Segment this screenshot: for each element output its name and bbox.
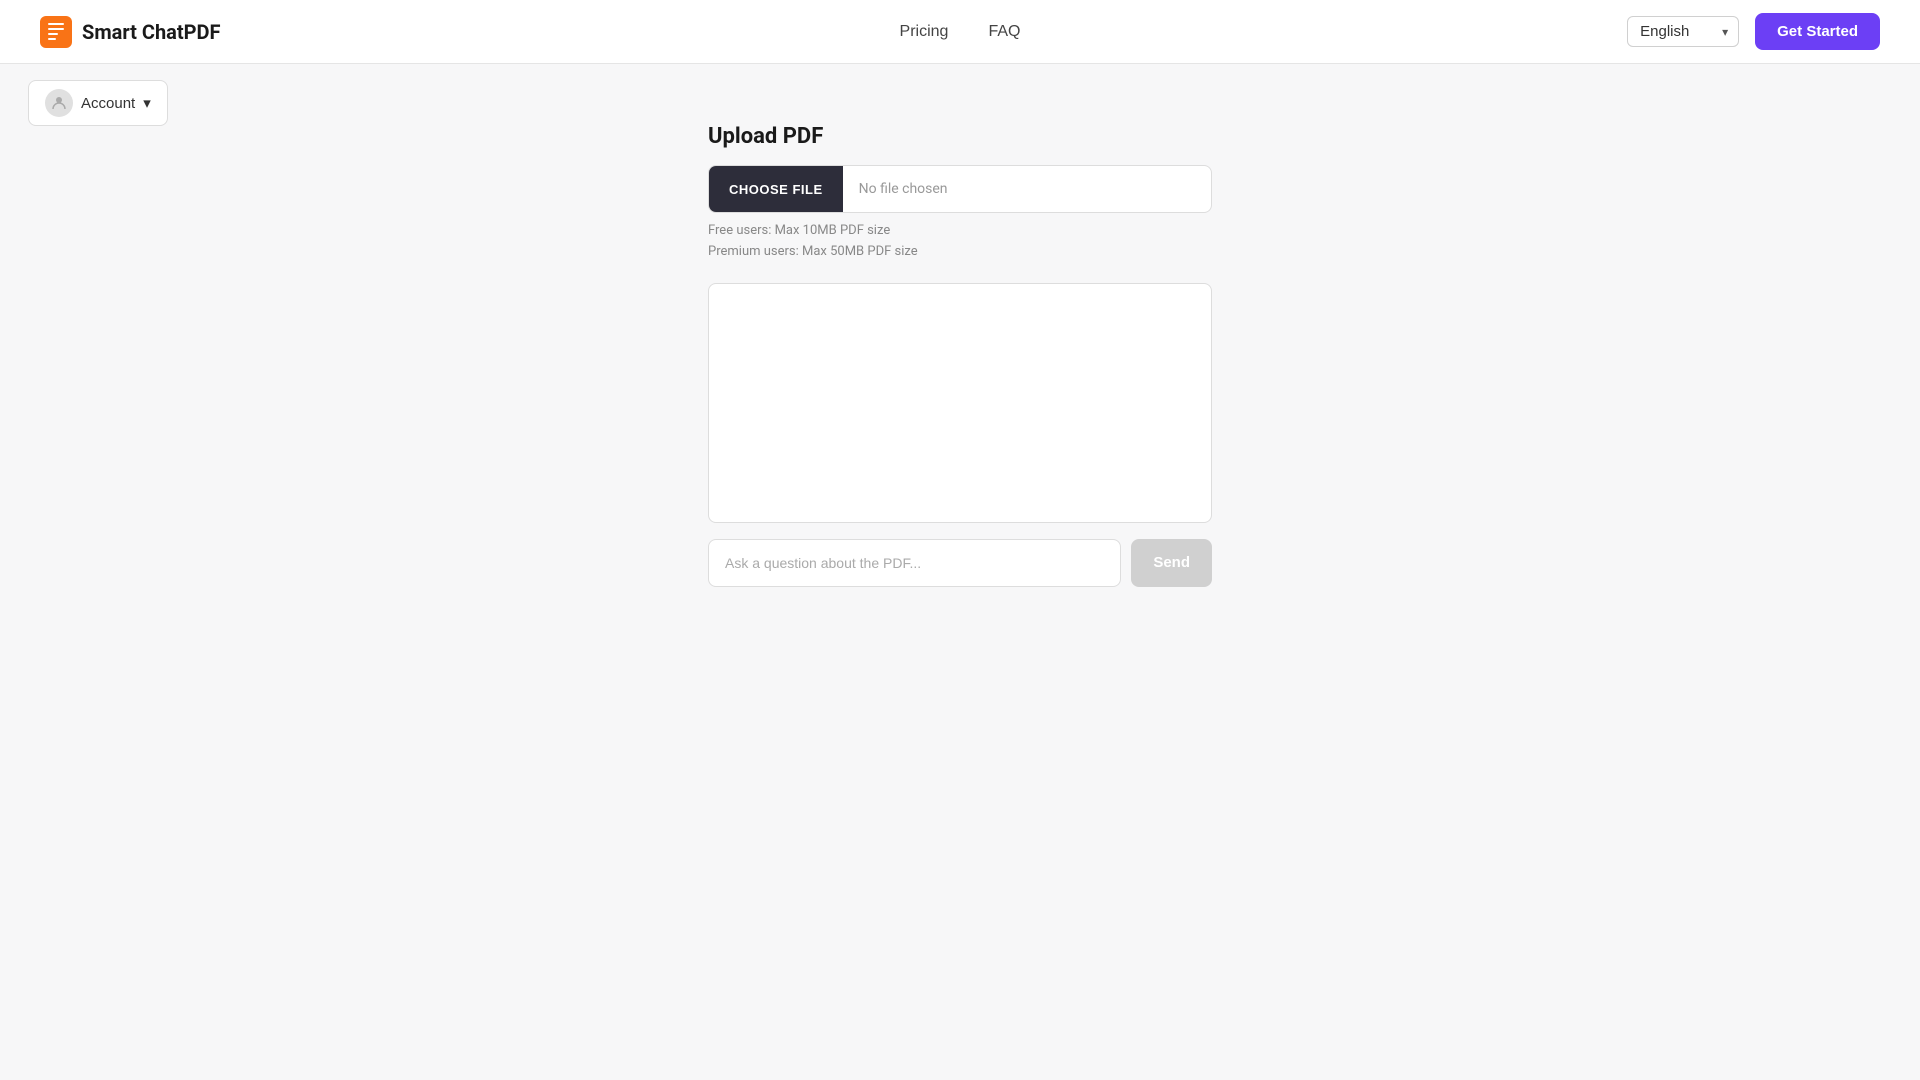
upload-title: Upload PDF <box>708 124 1212 149</box>
pricing-link[interactable]: Pricing <box>900 19 949 45</box>
get-started-button[interactable]: Get Started <box>1755 13 1880 50</box>
account-button[interactable]: Account ▾ <box>28 80 168 126</box>
language-selector[interactable]: English Spanish French German Chinese Ja… <box>1627 16 1739 47</box>
premium-user-info: Premium users: Max 50MB PDF size <box>708 242 1212 263</box>
account-label: Account <box>81 95 135 112</box>
language-dropdown[interactable]: English Spanish French German Chinese Ja… <box>1640 23 1726 40</box>
logo-icon <box>40 16 72 48</box>
choose-file-button[interactable]: CHOOSE FILE <box>709 166 843 212</box>
free-user-info: Free users: Max 10MB PDF size <box>708 221 1212 242</box>
account-avatar <box>45 89 73 117</box>
brand-area: Smart ChatPDF <box>40 16 221 48</box>
pdf-viewer <box>708 283 1212 523</box>
file-name-display: No file chosen <box>843 181 1211 197</box>
brand-name: Smart ChatPDF <box>82 20 221 44</box>
navbar-right: English Spanish French German Chinese Ja… <box>1627 13 1880 50</box>
navbar: Smart ChatPDF Pricing FAQ English Spanis… <box>0 0 1920 64</box>
file-info: Free users: Max 10MB PDF size Premium us… <box>708 221 1212 263</box>
send-button[interactable]: Send <box>1131 539 1212 587</box>
upload-section: Upload PDF CHOOSE FILE No file chosen Fr… <box>708 124 1212 587</box>
file-input-row: CHOOSE FILE No file chosen <box>708 165 1212 213</box>
question-input[interactable] <box>708 539 1121 587</box>
main-content: Upload PDF CHOOSE FILE No file chosen Fr… <box>0 64 1920 647</box>
question-row: Send <box>708 539 1212 587</box>
account-chevron: ▾ <box>143 94 151 112</box>
nav-links: Pricing FAQ <box>900 19 1021 45</box>
faq-link[interactable]: FAQ <box>988 19 1020 45</box>
